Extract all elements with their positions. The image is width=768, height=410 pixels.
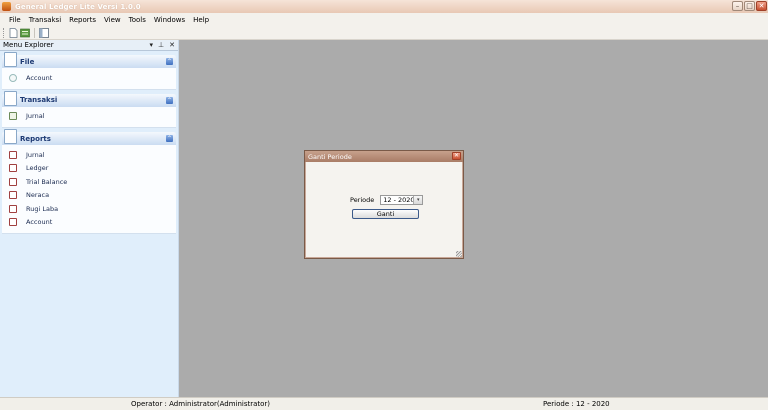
ganti-button[interactable]: Ganti	[352, 209, 419, 219]
explorer-item-report-rugi-laba[interactable]: Rugi Laba	[2, 202, 176, 216]
periode-row: Periode 12 - 2020 ▾	[350, 195, 424, 205]
item-label: Rugi Laba	[26, 204, 59, 213]
explorer-item-report-ledger[interactable]: Ledger	[2, 162, 176, 176]
dropdown-icon[interactable]: ▾	[150, 40, 154, 51]
periode-select[interactable]: 12 - 2020 ▾	[380, 195, 424, 205]
window-controls: – □ ✕	[732, 1, 767, 11]
toolbar-separator	[34, 27, 35, 38]
explorer-item-report-neraca[interactable]: Neraca	[2, 189, 176, 203]
account-icon	[9, 73, 17, 82]
group-label: Transaksi	[20, 96, 58, 104]
chevron-down-icon[interactable]: ▾	[413, 196, 423, 204]
report-icon	[9, 177, 17, 186]
group-file-header[interactable]: File ⌃	[2, 52, 176, 68]
item-label: Neraca	[26, 191, 50, 200]
close-icon[interactable]: ✕	[169, 40, 175, 51]
reports-group-icon	[4, 129, 17, 144]
dialog-titlebar[interactable]: Ganti Periode ✕	[305, 151, 463, 162]
item-label: Account	[26, 73, 53, 82]
explorer-item-jurnal-transaksi[interactable]: Jurnal	[2, 110, 176, 124]
status-periode: Periode : 12 - 2020	[543, 400, 610, 408]
pin-icon[interactable]: ⊥	[158, 40, 164, 51]
window-title: General Ledger Lite Versi 1.0.0	[15, 2, 141, 11]
group-transaksi-header[interactable]: Transaksi ⌃	[2, 90, 176, 107]
menu-bar: File Transaksi Reports View Tools Window…	[0, 13, 768, 26]
toolbar	[0, 26, 768, 40]
collapse-icon[interactable]: ⌃	[166, 96, 173, 104]
dialog-title: Ganti Periode	[308, 152, 352, 161]
group-transaksi: Transaksi ⌃ Jurnal	[2, 90, 176, 128]
explorer-item-report-account[interactable]: Account	[2, 216, 176, 230]
report-icon	[9, 150, 17, 159]
menu-transaksi[interactable]: Transaksi	[25, 16, 65, 24]
transaksi-group-icon	[4, 90, 17, 106]
panel-toggle-icon[interactable]	[39, 27, 49, 38]
menu-tools[interactable]: Tools	[125, 16, 150, 24]
tree-icon[interactable]	[20, 28, 30, 38]
group-reports: Reports ⌃ Jurnal Ledger Trial Balance Ne…	[2, 129, 176, 234]
collapse-icon[interactable]: ⌃	[166, 58, 173, 65]
close-button[interactable]: ✕	[756, 1, 767, 11]
group-reports-body: Jurnal Ledger Trial Balance Neraca Rugi …	[2, 145, 176, 234]
new-document-icon[interactable]	[8, 27, 18, 38]
explorer-item-report-trial-balance[interactable]: Trial Balance	[2, 175, 176, 189]
item-label: Jurnal	[26, 112, 45, 121]
explorer-title: Menu Explorer	[3, 41, 54, 49]
report-icon	[9, 204, 17, 213]
item-label: Jurnal	[26, 150, 45, 159]
group-label: Reports	[20, 134, 51, 143]
menu-reports[interactable]: Reports	[65, 16, 100, 24]
periode-value: 12 - 2020	[383, 196, 415, 204]
dialog-close-button[interactable]: ✕	[452, 152, 461, 160]
file-group-icon	[4, 52, 17, 67]
menu-file[interactable]: File	[5, 16, 25, 24]
ganti-periode-dialog: Ganti Periode ✕ Periode 12 - 2020 ▾ Gant…	[304, 150, 464, 259]
item-label: Ledger	[26, 164, 49, 173]
group-transaksi-body: Jurnal	[2, 106, 176, 128]
explorer-header: Menu Explorer ▾ ⊥ ✕	[0, 40, 178, 51]
window-titlebar[interactable]: General Ledger Lite Versi 1.0.0 – □ ✕	[0, 0, 768, 13]
report-icon	[9, 218, 17, 227]
menu-explorer-panel: Menu Explorer ▾ ⊥ ✕ File ⌃ Account Trans…	[0, 40, 179, 397]
explorer-item-account[interactable]: Account	[2, 71, 176, 85]
report-icon	[9, 191, 17, 200]
status-bar: Operator : Administrator(Administrator) …	[0, 397, 768, 410]
app-icon	[2, 2, 11, 11]
maximize-button[interactable]: □	[744, 1, 755, 11]
item-label: Account	[26, 218, 53, 227]
group-reports-header[interactable]: Reports ⌃	[2, 129, 176, 145]
group-label: File	[20, 57, 35, 66]
collapse-icon[interactable]: ⌃	[166, 135, 173, 142]
menu-windows[interactable]: Windows	[150, 16, 189, 24]
resize-grip-icon[interactable]	[456, 251, 462, 257]
explorer-controls: ▾ ⊥ ✕	[150, 40, 176, 51]
item-label: Trial Balance	[26, 177, 68, 186]
minimize-button[interactable]: –	[732, 1, 743, 11]
periode-label: Periode	[350, 196, 375, 204]
group-file: File ⌃ Account	[2, 52, 176, 90]
status-operator: Operator : Administrator(Administrator)	[131, 400, 271, 408]
journal-icon	[9, 112, 17, 121]
report-icon	[9, 164, 17, 173]
menu-view[interactable]: View	[100, 16, 125, 24]
toolbar-grip[interactable]	[3, 27, 5, 38]
explorer-item-report-jurnal[interactable]: Jurnal	[2, 148, 176, 162]
menu-help[interactable]: Help	[189, 16, 213, 24]
group-file-body: Account	[2, 68, 176, 90]
